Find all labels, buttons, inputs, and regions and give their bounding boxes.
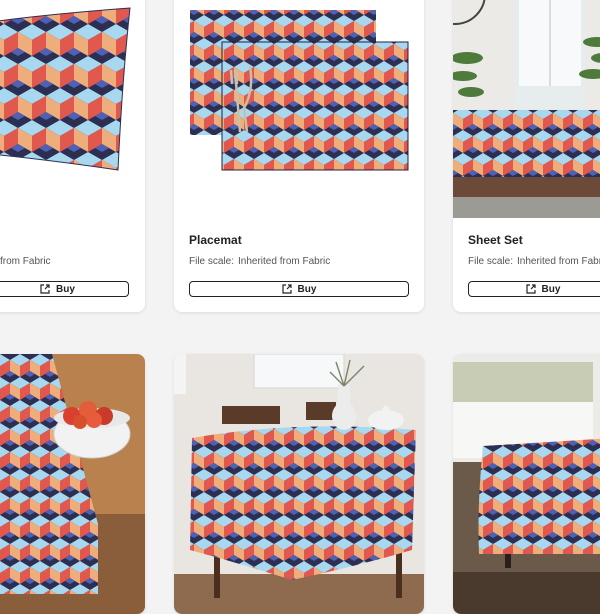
product-title[interactable]: Sheet Set [468, 233, 523, 247]
product-card-tablecloth[interactable] [174, 354, 424, 614]
buy-button[interactable]: Buy [468, 281, 600, 297]
upholstery-image[interactable] [453, 354, 600, 614]
product-card-pillow[interactable]: from Fabric Buy [0, 0, 145, 312]
file-scale-value: Inherited from Fabric [238, 256, 331, 267]
buy-button[interactable]: Buy [189, 281, 409, 297]
product-card-table-runner[interactable] [0, 354, 145, 614]
file-scale-value: from Fabric [0, 256, 51, 267]
file-scale-value: Inherited from Fabric [517, 256, 600, 267]
file-scale-label: File scale: [468, 256, 514, 267]
table-runner-image[interactable] [0, 354, 145, 614]
pillow-image[interactable] [0, 0, 145, 212]
buy-button-label: Buy [297, 283, 317, 295]
external-link-icon [525, 284, 536, 294]
sheet-set-image[interactable] [453, 0, 600, 218]
buy-button-label: Buy [541, 283, 561, 295]
product-card-sheet-set[interactable]: Sheet Set File scale:Inherited from Fabr… [453, 0, 600, 312]
file-scale-text: from Fabric [0, 256, 51, 267]
placemat-image[interactable] [174, 0, 424, 218]
product-title[interactable]: Placemat [189, 233, 242, 247]
file-scale-text: File scale:Inherited from Fabric [468, 256, 600, 267]
file-scale-text: File scale:Inherited from Fabric [189, 256, 330, 267]
buy-button-label: Buy [56, 283, 75, 295]
buy-button[interactable]: Buy [0, 281, 129, 297]
product-card-placemat[interactable]: Placemat File scale: Inherited from Fabri… [174, 0, 424, 312]
file-scale-label: File scale: [189, 256, 235, 267]
external-link-icon [40, 284, 50, 294]
external-link-icon [281, 284, 292, 294]
product-card-upholstery[interactable] [453, 354, 600, 614]
tablecloth-image[interactable] [174, 354, 424, 614]
